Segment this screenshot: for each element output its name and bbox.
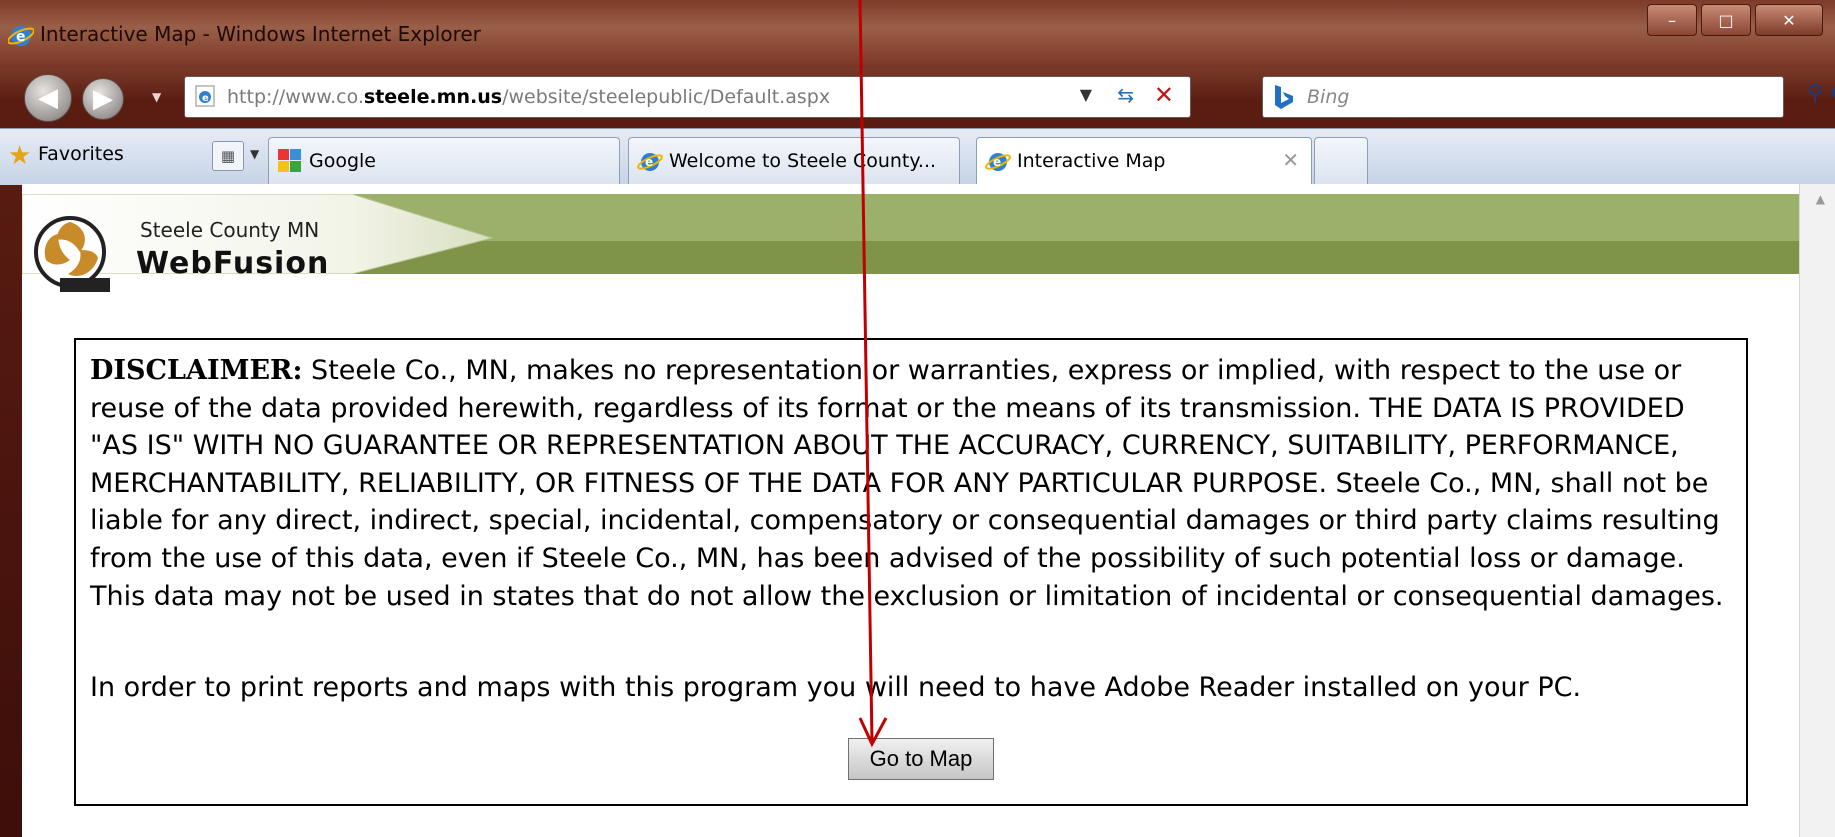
scroll-up-icon[interactable]: ▲ (1816, 192, 1825, 206)
tab-close-icon[interactable]: ✕ (1282, 148, 1299, 172)
address-dropdown-icon[interactable]: ▼ (1080, 85, 1092, 104)
disclaimer-label: DISCLAIMER: (90, 355, 303, 386)
bing-icon (1275, 85, 1293, 109)
page-viewport: Steele County MN WebFusion DISCLAIMER: S… (22, 184, 1835, 837)
minimize-button[interactable]: – (1647, 4, 1697, 36)
svg-text:e: e (202, 93, 209, 104)
tab-welcome-steele-county[interactable]: e Welcome to Steele County... (628, 137, 960, 184)
back-button[interactable]: ◀ (24, 74, 72, 122)
ie-page-icon: e (195, 85, 215, 107)
tab-label: Google (309, 150, 377, 172)
tab-label: Interactive Map (1017, 150, 1166, 172)
site-header: Steele County MN WebFusion (22, 194, 1800, 292)
go-to-map-button[interactable]: Go to Map (848, 738, 994, 780)
disclaimer-panel: DISCLAIMER: Steele Co., MN, makes no rep… (74, 338, 1748, 806)
print-note: In order to print reports and maps with … (90, 672, 1582, 703)
google-icon (278, 149, 301, 172)
address-bar[interactable]: e http://www.co.steele.mn.us/website/ste… (184, 76, 1191, 118)
maximize-button[interactable]: □ (1701, 4, 1751, 36)
stop-icon[interactable]: ✕ (1154, 81, 1174, 109)
search-icon[interactable]: ⚲ ▾ (1807, 81, 1835, 106)
ie-icon: e (985, 153, 1011, 171)
quick-tabs-icon[interactable]: ▦ (212, 141, 244, 171)
svg-text:e: e (16, 29, 26, 45)
forward-arrow-icon: ▶ (93, 84, 113, 114)
org-name: Steele County MN (140, 218, 320, 242)
favorites-button[interactable]: Favorites (38, 143, 124, 165)
tab-label: Welcome to Steele County... (669, 150, 937, 172)
title-bar: e Interactive Map - Windows Internet Exp… (0, 0, 1835, 68)
tab-interactive-map[interactable]: e Interactive Map ✕ (976, 137, 1312, 184)
svg-text:e: e (645, 155, 653, 169)
county-logo (34, 216, 110, 292)
back-arrow-icon: ◀ (38, 83, 58, 113)
window-controls: – □ ✕ (1647, 4, 1823, 36)
forward-button[interactable]: ▶ (82, 78, 124, 120)
navigation-bar: ◀ ▶ ▼ e http://www.co.steele.mn.us/websi… (0, 68, 1835, 128)
brand-logo-text: WebFusion (136, 246, 330, 281)
url-text: http://www.co.steele.mn.us/website/steel… (227, 86, 831, 108)
recent-pages-dropdown[interactable]: ▼ (152, 90, 161, 104)
window-title: Interactive Map - Windows Internet Explo… (40, 22, 481, 46)
refresh-icon[interactable]: ⇆ (1117, 83, 1134, 107)
search-box[interactable]: Bing ⚲ ▾ (1262, 76, 1835, 118)
disclaimer-body: Steele Co., MN, makes no representation … (90, 355, 1724, 612)
favorites-bar: ★ Favorites ▦ ▼ Google e Welcome to Stee… (0, 128, 1835, 185)
favorites-star-icon[interactable]: ★ (8, 141, 31, 171)
ie-icon: e (637, 153, 663, 171)
ie-icon: e (8, 26, 34, 46)
vertical-scrollbar[interactable]: ▲ (1799, 184, 1835, 837)
close-button[interactable]: ✕ (1755, 4, 1823, 36)
tab-google[interactable]: Google (268, 137, 620, 184)
tab-list-dropdown-icon[interactable]: ▼ (250, 147, 259, 161)
disclaimer-text: DISCLAIMER: Steele Co., MN, makes no rep… (90, 352, 1730, 615)
new-tab-button[interactable] (1314, 137, 1368, 184)
svg-text:e: e (993, 155, 1001, 169)
search-input[interactable]: Bing (1307, 86, 1349, 108)
